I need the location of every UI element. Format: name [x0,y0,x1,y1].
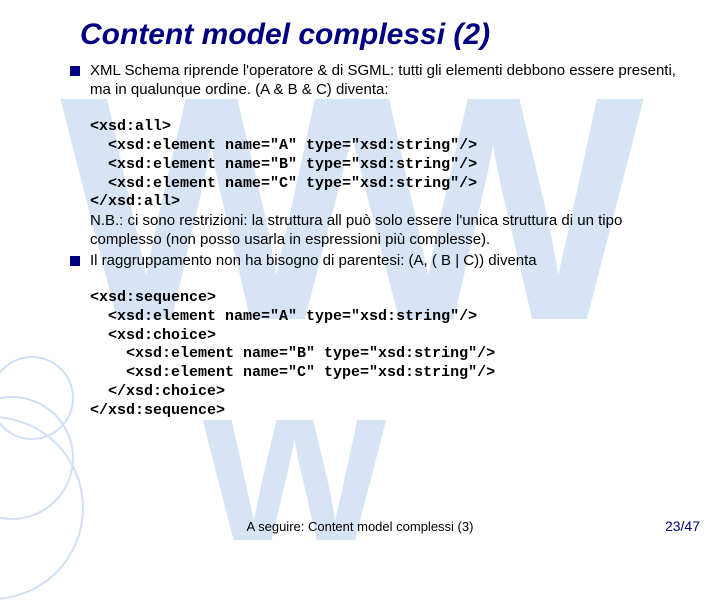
code2-l5: <xsd:element name="C" type="xsd:string"/… [126,364,495,381]
page-number: 23/47 [665,518,700,534]
bullet-icon [70,66,80,76]
bullet-1-para: XML Schema riprende l'operatore & di SGM… [90,62,676,98]
code2-l3: <xsd:choice> [108,327,216,344]
code1-l2: <xsd:element name="A" type="xsd:string"/… [108,137,477,154]
slide-title: Content model complessi (2) [80,18,690,52]
code2-l6: </xsd:choice> [108,383,225,400]
slide-content: XML Schema riprende l'operatore & di SGM… [70,62,690,420]
code1-l3: <xsd:element name="B" type="xsd:string"/… [108,156,477,173]
nb-text: N.B.: ci sono restrizioni: la struttura … [90,212,622,248]
bullet-1: XML Schema riprende l'operatore & di SGM… [70,62,690,250]
footer-next-link: A seguire: Content model complessi (3) [0,519,720,534]
code2-l2: <xsd:element name="A" type="xsd:string"/… [108,308,477,325]
slide-body: Content model complessi (2) XML Schema r… [0,0,720,420]
code2-l4: <xsd:element name="B" type="xsd:string"/… [126,345,495,362]
code-block-2: <xsd:sequence> <xsd:element name="A" typ… [90,270,690,420]
bullet-2: Il raggruppamento non ha bisogno di pare… [70,252,690,421]
code2-l7: </xsd:sequence> [90,402,225,419]
code2-l1: <xsd:sequence> [90,289,216,306]
code1-l1: <xsd:all> [90,118,171,135]
bullet-1-text: XML Schema riprende l'operatore & di SGM… [90,62,690,250]
code-block-1: <xsd:all> <xsd:element name="A" type="xs… [90,100,690,213]
code1-l4: <xsd:element name="C" type="xsd:string"/… [108,175,477,192]
bullet-2-para: Il raggruppamento non ha bisogno di pare… [90,252,537,269]
bullet-2-text: Il raggruppamento non ha bisogno di pare… [90,252,690,421]
code1-l5: </xsd:all> [90,193,180,210]
bullet-icon [70,256,80,266]
